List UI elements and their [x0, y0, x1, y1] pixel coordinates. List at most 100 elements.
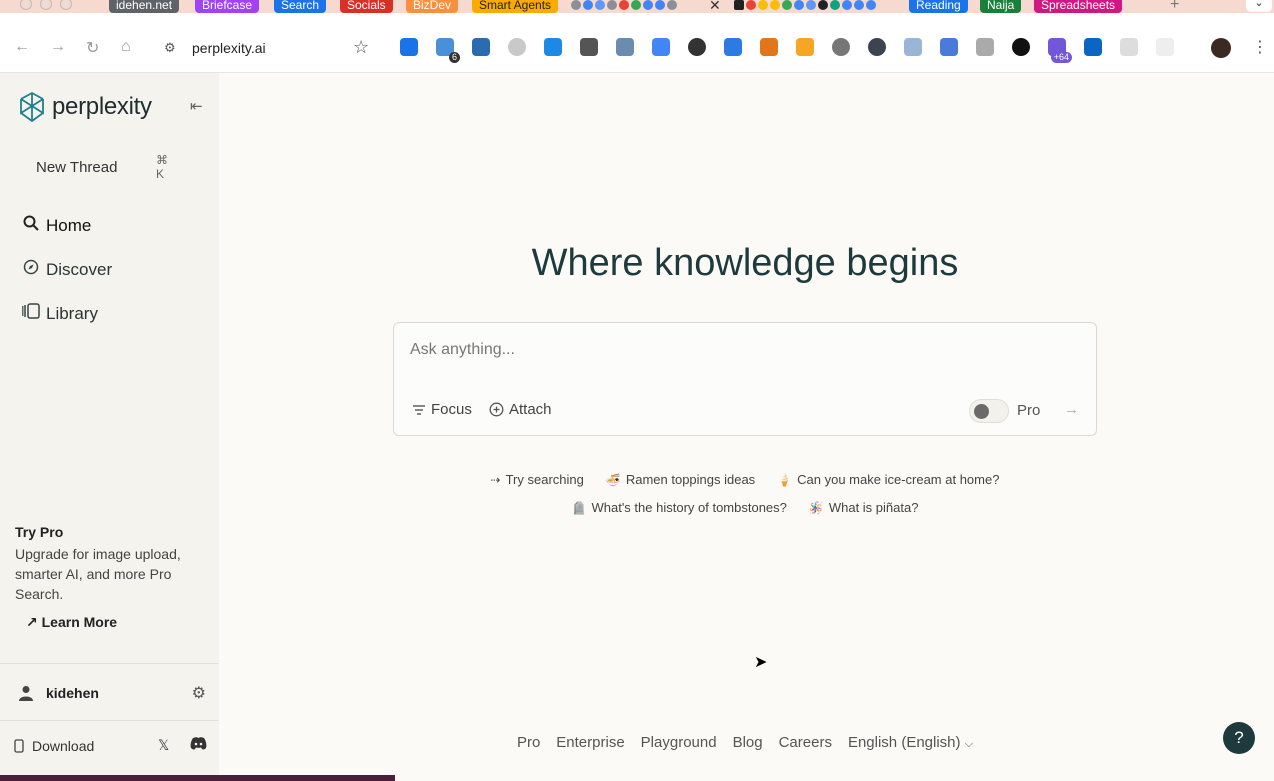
pinned-tab-favicons[interactable]	[571, 0, 677, 11]
arrow-up-right-icon: ↗	[26, 614, 38, 630]
suggestion-label: Try searching	[505, 472, 584, 487]
pinned-tab-favicons-2[interactable]	[734, 0, 876, 11]
close-window-button[interactable]	[20, 0, 32, 10]
gear-icon[interactable]: ⚙	[192, 683, 206, 703]
language-selector[interactable]: English (English) ⌵	[848, 734, 973, 751]
logo-wordmark: perplexity	[52, 93, 152, 120]
perplexity-logo-icon	[20, 91, 44, 123]
back-arrow-icon[interactable]: ←	[14, 38, 30, 56]
extension-translate-icon[interactable]	[652, 38, 670, 56]
tab-group-reading[interactable]: Reading	[909, 0, 968, 13]
extension-box-icon[interactable]	[724, 38, 742, 56]
extension-cb-icon[interactable]	[400, 38, 418, 56]
sidebar-item-library[interactable]: Library	[22, 303, 98, 324]
maximize-window-button[interactable]	[60, 0, 72, 10]
submit-arrow-icon[interactable]: →	[1064, 401, 1079, 418]
search-box: Focus Attach Pro →	[393, 322, 1097, 436]
pinata-icon: 🪅	[808, 500, 824, 515]
forward-arrow-icon[interactable]: →	[50, 38, 66, 56]
extension-puzzle-icon[interactable]: 6	[436, 38, 460, 63]
tab-group-spreadsheets[interactable]: Spreadsheets	[1034, 0, 1123, 13]
tab-group-bizdev[interactable]: BizDev	[406, 0, 459, 13]
tab-search-button[interactable]: ⌄	[1246, 0, 1272, 12]
username: kidehen	[46, 685, 99, 701]
browser-menu-icon[interactable]: ⋮	[1252, 37, 1268, 57]
extension-bulb-icon[interactable]	[508, 38, 526, 56]
extension-clock-icon[interactable]	[688, 38, 706, 56]
extension-image-icon[interactable]	[616, 38, 634, 56]
suggestion-label: What's the history of tombstones?	[591, 500, 787, 515]
extension-panda-icon[interactable]	[832, 38, 850, 56]
labs-flask-icon[interactable]	[1156, 38, 1174, 56]
window-controls	[20, 0, 72, 12]
extension-t-icon[interactable]	[868, 38, 886, 56]
language-label: English (English)	[847, 734, 961, 751]
discord-icon[interactable]	[190, 737, 207, 753]
collapse-sidebar-icon[interactable]: ⇤	[190, 97, 203, 115]
extension-hex-icon[interactable]	[904, 38, 922, 56]
reload-icon[interactable]: ↻	[86, 38, 99, 58]
footer-link-pro[interactable]: Pro	[517, 734, 540, 751]
sidebar-item-discover[interactable]: Discover	[22, 259, 112, 280]
extension-eye-icon[interactable]	[976, 38, 994, 56]
try-searching-icon: ⇢	[490, 472, 501, 487]
extension-count-badge: +64	[1050, 52, 1072, 63]
site-settings-icon[interactable]: ⚙	[164, 40, 176, 56]
sidebar-item-home[interactable]: Home	[22, 215, 91, 236]
ramen-icon: 🍜	[605, 472, 621, 487]
extension-metamask-icon[interactable]	[760, 38, 778, 56]
extension-group-icon[interactable]: +64	[1048, 38, 1072, 63]
extensions-puzzle-icon[interactable]	[1120, 38, 1138, 56]
learn-more-label: Learn More	[41, 614, 118, 630]
footer-links: Pro Enterprise Playground Blog Careers E…	[393, 734, 1097, 751]
footer-link-enterprise[interactable]: Enterprise	[556, 734, 624, 751]
suggestion-chip[interactable]: 🪅 What is piñata?	[809, 500, 919, 515]
pro-toggle[interactable]	[969, 399, 1009, 423]
extension-a-icon[interactable]	[472, 38, 490, 56]
new-thread-button[interactable]: New Thread ⌘ K	[20, 151, 200, 183]
suggestion-chip[interactable]: 🍜 Ramen toppings ideas	[606, 472, 755, 487]
new-tab-button[interactable]: +	[1170, 0, 1179, 13]
attach-button[interactable]: Attach	[489, 401, 552, 418]
suggestion-chip[interactable]: 🪦 What's the history of tombstones?	[572, 500, 787, 515]
search-input[interactable]	[410, 341, 1070, 359]
focus-button[interactable]: Focus	[412, 401, 472, 418]
x-twitter-icon[interactable]: 𝕏	[158, 737, 169, 754]
learn-more-link[interactable]: ↗ Learn More	[26, 614, 117, 631]
address-bar[interactable]: perplexity.ai	[192, 40, 266, 56]
download-button[interactable]: Download	[14, 736, 214, 756]
extension-grid-icon[interactable]	[796, 38, 814, 56]
bookmark-star-icon[interactable]: ☆	[353, 37, 369, 58]
try-pro-heading: Try Pro	[15, 524, 64, 540]
suggestion-try-searching: ⇢ Try searching	[491, 472, 584, 487]
profile-avatar[interactable]	[1211, 38, 1231, 58]
tab-group-socials[interactable]: Socials	[340, 0, 393, 13]
page-title: Where knowledge begins	[531, 242, 959, 284]
suggestion-chip[interactable]: 🍦 Can you make ice-cream at home?	[777, 472, 999, 487]
tab-group-briefcase[interactable]: Briefcase	[195, 0, 260, 13]
suggestion-label: What is piñata?	[828, 500, 919, 515]
tab-group-naija[interactable]: Naija	[980, 0, 1022, 13]
minimize-window-button[interactable]	[40, 0, 52, 10]
footer-link-blog[interactable]: Blog	[733, 734, 763, 751]
bottom-window-peek	[0, 775, 395, 781]
sidebar-divider	[0, 663, 219, 664]
phone-icon	[14, 739, 24, 753]
footer-link-careers[interactable]: Careers	[779, 734, 832, 751]
close-tab-icon[interactable]: ✕	[709, 0, 721, 13]
extension-v-icon[interactable]	[544, 38, 562, 56]
user-account-row[interactable]: kidehen ⚙	[18, 681, 208, 705]
home-icon[interactable]: ⌂	[121, 38, 131, 56]
tab-group-smart-agents[interactable]: Smart Agents	[472, 0, 559, 13]
tab-group-search[interactable]: Search	[274, 0, 327, 13]
extension-book-icon[interactable]	[580, 38, 598, 56]
tab-group-idehen[interactable]: idehen.net	[109, 0, 180, 13]
extension-doc-icon[interactable]	[940, 38, 958, 56]
footer-link-playground[interactable]: Playground	[641, 734, 717, 751]
perplexity-logo[interactable]: perplexity	[18, 91, 152, 123]
help-button[interactable]: ?	[1223, 722, 1255, 754]
extension-lambda-icon[interactable]	[1012, 38, 1030, 56]
extension-m-icon[interactable]	[1084, 38, 1102, 56]
extensions-row: 6 +64	[400, 38, 1192, 63]
sidebar-divider	[0, 720, 219, 721]
